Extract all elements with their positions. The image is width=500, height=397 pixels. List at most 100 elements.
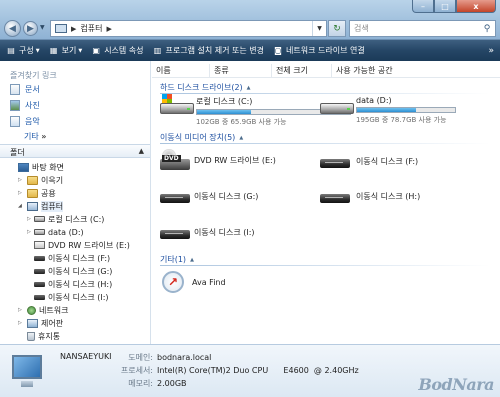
network-icon	[27, 305, 36, 315]
drive-tile-f[interactable]: 이동식 디스크 (F:)	[320, 153, 418, 169]
drive-label: 이동식 디스크 (F:)	[356, 156, 419, 166]
drive-tile-h[interactable]: 이동식 디스크 (H:)	[320, 188, 420, 204]
refresh-button[interactable]: ↻	[328, 20, 346, 37]
uninstall-program-label: 프로그램 설치 제거 또는 변경	[165, 46, 265, 55]
group-divider	[160, 143, 490, 144]
address-bar[interactable]: ▶ 컴퓨터 ▶ ▼	[50, 20, 327, 37]
tree-item-removable-f[interactable]: 이동식 디스크 (F:)	[34, 252, 110, 264]
computer-name: NANSAEYUKI	[60, 352, 112, 361]
tree-item-local-disk-c[interactable]: 로컬 디스크 (C:)	[34, 213, 104, 225]
tree-item-user[interactable]: 이윽기	[27, 174, 63, 186]
breadcrumb-separator[interactable]: ▶	[71, 25, 76, 33]
views-button[interactable]: ▦ 보기 ▼	[49, 45, 82, 56]
local-disk-icon	[34, 216, 45, 222]
program-label: Ava Find	[192, 277, 226, 287]
group-title-removable: 이동식 미디어 장치(5)	[160, 133, 236, 142]
uninstall-program-button[interactable]: ▥ 프로그램 설치 제거 또는 변경	[153, 45, 265, 56]
folders-header[interactable]: 폴더	[10, 147, 25, 158]
detail-key: 도메인:	[128, 353, 153, 362]
favorite-link-documents[interactable]: 문서	[10, 84, 40, 95]
system-properties-button[interactable]: ▣ 시스템 속성	[91, 45, 143, 56]
column-header-name[interactable]: 이름	[152, 63, 210, 78]
tree-item-dvd-e[interactable]: DVD RW 드라이브 (E:)	[34, 239, 130, 251]
breadcrumb-computer[interactable]: 컴퓨터	[80, 23, 102, 34]
drive-tile-e[interactable]: DVD DVD RW 드라이브 (E:)	[160, 149, 276, 171]
expand-icon[interactable]: ▷	[27, 229, 31, 235]
tree-item-label: 이윽기	[41, 175, 64, 185]
expand-icon[interactable]: ▷	[18, 177, 22, 183]
public-folder-icon	[27, 188, 38, 198]
tree-item-removable-i[interactable]: 이동식 디스크 (I:)	[34, 291, 109, 303]
tree-item-label: 네트워크	[39, 305, 69, 315]
forward-button[interactable]: ▶	[23, 21, 38, 36]
breadcrumb-separator-2[interactable]: ▶	[106, 25, 111, 33]
address-dropdown-button[interactable]: ▼	[312, 21, 326, 36]
organize-button[interactable]: ▤ 구성 ▼	[6, 45, 40, 56]
navigation-pane: 즐겨찾기 링크 문서 사진 음악 기타 » 폴더 ▲ 바탕 화면 ▷ 이윽기 ▷…	[0, 61, 151, 344]
toolbar-overflow-button[interactable]: »	[488, 46, 494, 56]
tree-item-recycle-bin[interactable]: 휴지통	[27, 330, 60, 342]
chevron-up-icon[interactable]: ▲	[139, 147, 144, 155]
tree-item-control-panel[interactable]: 제어판	[27, 317, 63, 329]
tree-item-removable-h[interactable]: 이동식 디스크 (H:)	[34, 278, 112, 290]
chevron-down-icon: ▼	[35, 47, 40, 54]
system-properties-label: 시스템 속성	[104, 46, 144, 55]
dvd-drive-icon	[34, 241, 45, 249]
group-divider	[160, 265, 490, 266]
expand-icon[interactable]: ▷	[27, 216, 31, 222]
expand-icon[interactable]: ▷	[18, 320, 22, 326]
refresh-icon: ↻	[333, 23, 341, 34]
search-input[interactable]: 검색 ⚲	[349, 20, 496, 37]
drive-usage-fill-c	[197, 110, 251, 114]
tree-item-network[interactable]: 네트워크	[27, 304, 68, 316]
search-placeholder: 검색	[354, 24, 369, 33]
map-network-drive-icon: ◙	[274, 46, 282, 55]
minimize-button[interactable]: –	[412, 0, 434, 13]
removable-disk-icon	[34, 255, 45, 261]
computer-icon	[27, 201, 38, 211]
tree-item-label: 바탕 화면	[32, 162, 64, 172]
detail-key: 메모리:	[128, 379, 153, 388]
removable-disk-icon	[34, 294, 45, 300]
tree-item-computer[interactable]: 컴퓨터	[27, 200, 64, 212]
organize-label: 구성	[19, 46, 34, 55]
more-links[interactable]: 기타 »	[24, 131, 46, 142]
recent-pages-dropdown[interactable]: ▼	[40, 24, 45, 31]
favorite-link-pictures[interactable]: 사진	[10, 100, 40, 111]
favorite-links-header: 즐겨찾기 링크	[10, 71, 57, 80]
detail-value: bodnara.local	[157, 353, 212, 362]
ava-find-tile[interactable]: ↗ Ava Find	[162, 271, 226, 293]
column-header-total-size[interactable]: 전체 크기	[272, 63, 332, 78]
removable-disk-icon	[34, 281, 45, 287]
group-header-hard-disks[interactable]: 하드 디스크 드라이브(2) ▲	[160, 82, 251, 93]
search-icon[interactable]: ⚲	[479, 21, 495, 36]
column-header-type[interactable]: 종류	[210, 63, 272, 78]
map-network-drive-button[interactable]: ◙ 네트워크 드라이브 연결	[273, 45, 365, 56]
tree-item-public[interactable]: 공용	[27, 187, 56, 199]
watermark-logo: BodNara	[418, 375, 494, 394]
tree-item-removable-g[interactable]: 이동식 디스크 (G:)	[34, 265, 112, 277]
tree-item-desktop[interactable]: 바탕 화면	[18, 161, 64, 173]
drive-tile-d[interactable]: data (D:) 195GB 중 78.7GB 사용 가능	[320, 96, 456, 125]
tree-item-label: 이동식 디스크 (G:)	[48, 266, 113, 276]
close-button[interactable]: x	[456, 0, 496, 13]
collapse-icon[interactable]: ◢	[18, 203, 22, 209]
favorite-link-label: 음악	[25, 117, 40, 126]
group-header-removable[interactable]: 이동식 미디어 장치(5) ▲	[160, 132, 243, 143]
drive-tile-i[interactable]: 이동식 디스크 (I:)	[160, 224, 255, 240]
expand-icon[interactable]: ▷	[18, 307, 22, 313]
detail-key: 프로세서:	[120, 366, 153, 375]
system-properties-icon: ▣	[92, 46, 100, 55]
group-divider	[160, 93, 490, 94]
drive-label: 이동식 디스크 (I:)	[194, 227, 255, 237]
tree-item-data-d[interactable]: data (D:)	[34, 226, 84, 238]
group-header-other[interactable]: 기타(1) ▲	[160, 254, 194, 265]
back-button[interactable]: ◀	[4, 20, 21, 37]
window-controls: – □ x	[412, 0, 496, 13]
drive-tile-g[interactable]: 이동식 디스크 (G:)	[160, 188, 258, 204]
expand-icon[interactable]: ▷	[18, 190, 22, 196]
maximize-button[interactable]: □	[434, 0, 456, 13]
column-header-free-space[interactable]: 사용 가능한 공간	[332, 64, 432, 78]
forward-arrow-icon: ▶	[27, 23, 34, 34]
favorite-link-music[interactable]: 음악	[10, 116, 40, 127]
